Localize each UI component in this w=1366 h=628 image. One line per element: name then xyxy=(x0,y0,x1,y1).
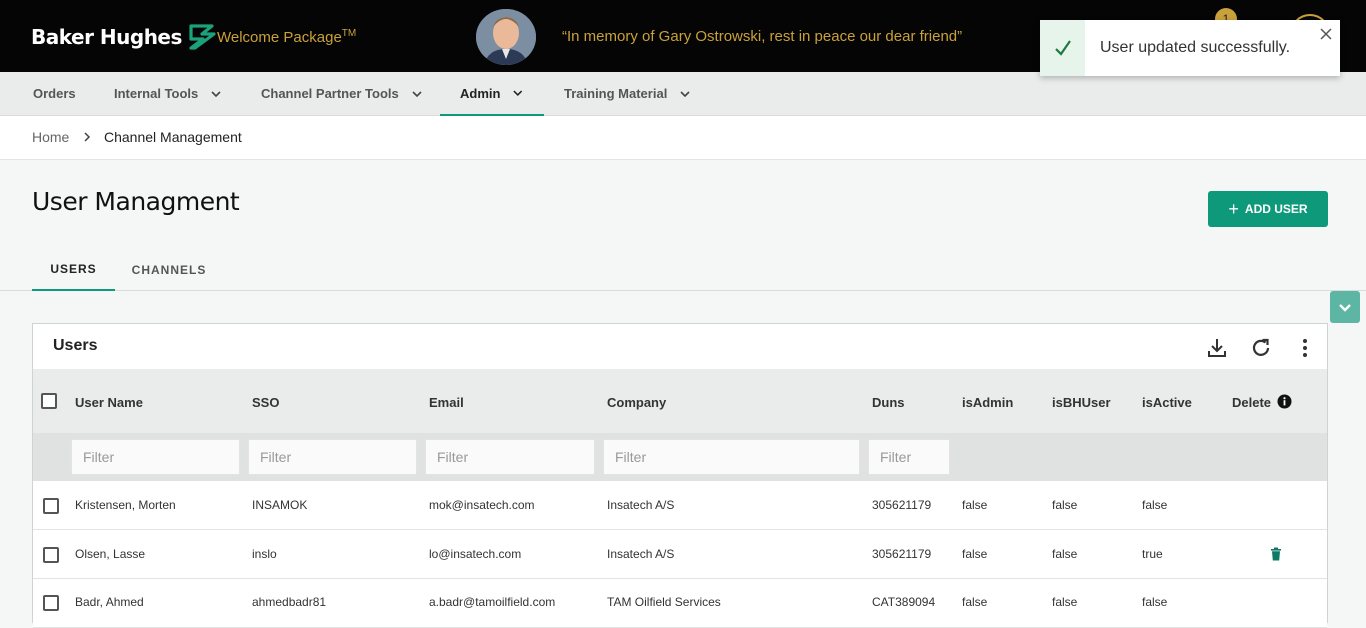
plus-icon: + xyxy=(1228,199,1239,219)
add-user-button[interactable]: + ADD USER xyxy=(1208,191,1328,227)
row-checkbox[interactable] xyxy=(43,498,59,514)
info-icon[interactable] xyxy=(1277,394,1292,409)
filter-company-input[interactable]: Filter xyxy=(603,439,860,475)
brand-name: Baker Hughes xyxy=(31,25,182,49)
row-checkbox[interactable] xyxy=(43,595,59,611)
cell-company: TAM Oilfield Services xyxy=(607,595,721,609)
breadcrumb: Home Channel Management xyxy=(0,116,1366,160)
toast-message: User updated successfully. xyxy=(1100,39,1291,56)
nav-item-label: Channel Partner Tools xyxy=(261,86,399,101)
nav-item-label: Training Material xyxy=(564,86,668,101)
cell-company: Insatech A/S xyxy=(607,498,675,512)
chevron-down-icon xyxy=(680,90,690,97)
refresh-icon[interactable] xyxy=(1249,336,1273,360)
filter-sso-input[interactable]: Filter xyxy=(248,439,417,475)
cell-is-active: false xyxy=(1142,595,1168,609)
cell-is-active: true xyxy=(1142,547,1163,561)
more-vertical-icon[interactable] xyxy=(1293,336,1317,360)
tab-users[interactable]: USERS xyxy=(32,249,115,291)
table-row[interactable]: Olsen, Lasse inslo lo@insatech.com Insat… xyxy=(33,530,1327,579)
cell-sso: INSAMOK xyxy=(252,498,308,512)
column-header-sso[interactable]: SSO xyxy=(252,395,279,410)
card-title: Users xyxy=(53,337,98,354)
scroll-toggle-button[interactable] xyxy=(1330,291,1360,323)
filter-duns-input[interactable]: Filter xyxy=(868,439,950,475)
cell-duns: CAT389094 xyxy=(872,595,936,609)
cell-is-bh-user: false xyxy=(1052,498,1078,512)
table-row[interactable]: Badr, Ahmed ahmedbadr81 a.badr@tamoilfie… xyxy=(33,579,1327,628)
column-header-email[interactable]: Email xyxy=(429,395,464,410)
cell-email: lo@insatech.com xyxy=(429,547,522,561)
column-header-is-bh-user[interactable]: isBHUser xyxy=(1052,395,1111,410)
chevron-down-icon xyxy=(513,90,523,97)
filter-email-input[interactable]: Filter xyxy=(425,439,595,475)
cell-email: mok@insatech.com xyxy=(429,498,535,512)
cell-duns: 305621179 xyxy=(872,498,932,512)
table-header: User Name SSO Email Company Duns isAdmin… xyxy=(33,369,1327,433)
cell-duns: 305621179 xyxy=(872,547,932,561)
tab-bar: USERS CHANNELS xyxy=(0,249,1366,291)
tab-channels[interactable]: CHANNELS xyxy=(123,249,215,291)
cell-is-bh-user: false xyxy=(1052,547,1078,561)
breadcrumb-home[interactable]: Home xyxy=(32,129,69,145)
column-header-user-name[interactable]: User Name xyxy=(75,395,143,410)
main-nav: Orders Internal Tools Channel Partner To… xyxy=(0,72,1366,116)
nav-item-internal-tools[interactable]: Internal Tools xyxy=(94,72,242,115)
success-toast: User updated successfully. xyxy=(1040,20,1340,76)
filter-row: Filter Filter Filter Filter Filter xyxy=(33,433,1327,481)
cell-sso: ahmedbadr81 xyxy=(252,595,327,609)
download-icon[interactable] xyxy=(1205,336,1229,360)
nav-item-channel-partner-tools[interactable]: Channel Partner Tools xyxy=(241,72,443,115)
cell-sso: inslo xyxy=(252,547,277,561)
nav-item-training-material[interactable]: Training Material xyxy=(544,72,711,115)
nav-item-admin[interactable]: Admin xyxy=(440,72,544,116)
memorial-text: “In memory of Gary Ostrowski, rest in pe… xyxy=(562,28,963,45)
column-header-is-admin[interactable]: isAdmin xyxy=(962,395,1013,410)
add-user-label: ADD USER xyxy=(1244,202,1308,216)
page-title: User Managment xyxy=(32,187,240,216)
nav-item-label: Admin xyxy=(460,85,501,101)
chevron-right-icon xyxy=(84,132,91,142)
filter-user-name-input[interactable]: Filter xyxy=(71,439,240,475)
column-header-is-active[interactable]: isActive xyxy=(1142,395,1192,410)
breadcrumb-current: Channel Management xyxy=(104,129,242,145)
welcome-package[interactable]: Welcome PackageTM xyxy=(217,28,356,46)
cell-is-admin: false xyxy=(962,595,988,609)
table-row[interactable]: Kristensen, Morten INSAMOK mok@insatech.… xyxy=(33,481,1327,530)
cell-user-name: Badr, Ahmed xyxy=(75,595,144,609)
cell-user-name: Olsen, Lasse xyxy=(75,547,146,561)
brand-mark-icon xyxy=(189,24,216,50)
cell-is-bh-user: false xyxy=(1052,595,1078,609)
check-icon xyxy=(1054,40,1071,56)
nav-item-orders[interactable]: Orders xyxy=(13,72,96,115)
trash-icon[interactable] xyxy=(1270,547,1282,561)
cell-is-active: false xyxy=(1142,498,1168,512)
chevron-down-icon xyxy=(211,90,221,97)
cell-user-name: Kristensen, Morten xyxy=(75,498,176,512)
column-header-company[interactable]: Company xyxy=(607,395,666,410)
nav-item-label: Internal Tools xyxy=(114,86,199,101)
cell-email: a.badr@tamoilfield.com xyxy=(429,595,556,609)
close-icon[interactable] xyxy=(1318,26,1334,42)
chevron-down-icon xyxy=(1339,304,1351,312)
column-header-delete: Delete xyxy=(1232,395,1272,410)
cell-company: Insatech A/S xyxy=(607,547,675,561)
nav-item-label: Orders xyxy=(33,86,76,101)
cell-is-admin: false xyxy=(962,498,988,512)
toast-status xyxy=(1040,20,1085,76)
column-header-duns[interactable]: Duns xyxy=(872,395,905,410)
cell-is-admin: false xyxy=(962,547,988,561)
memorial-portrait xyxy=(476,9,536,65)
select-all-checkbox[interactable] xyxy=(41,393,57,409)
users-card: Users User Name SSO Email Company Duns i… xyxy=(32,323,1328,628)
brand-logo[interactable]: Baker Hughes xyxy=(31,22,218,52)
row-checkbox[interactable] xyxy=(43,547,59,563)
chevron-down-icon xyxy=(412,90,422,97)
